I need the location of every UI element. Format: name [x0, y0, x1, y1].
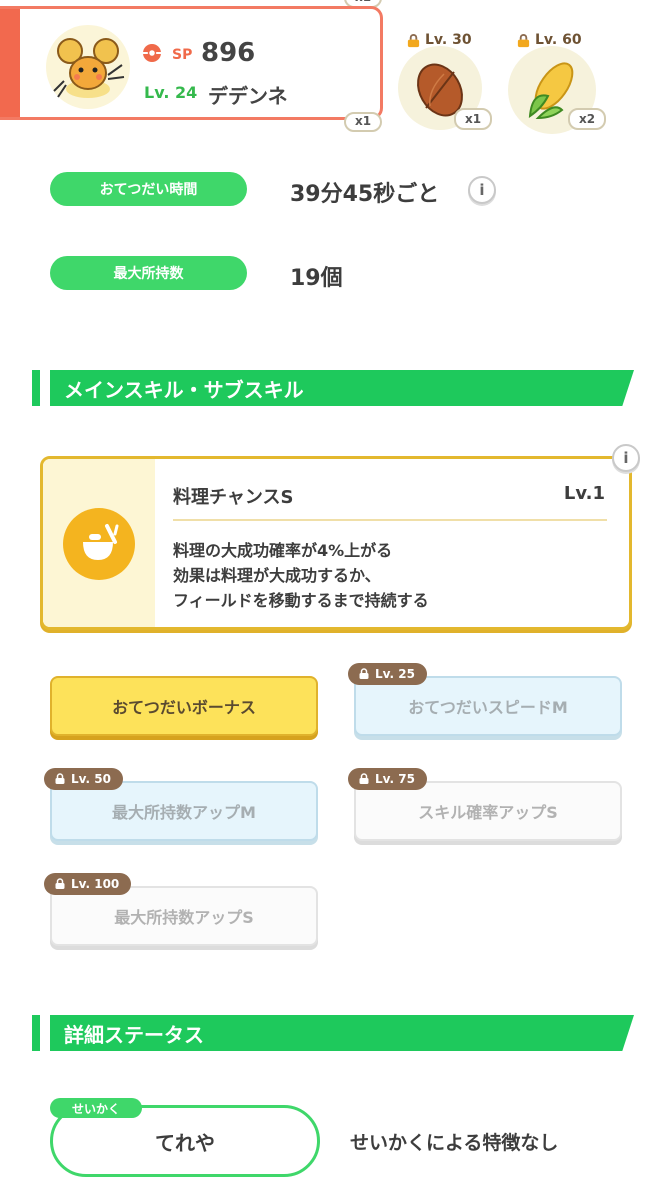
- main-skill-name: 料理チャンスS: [173, 487, 294, 508]
- info-icon: i: [479, 181, 485, 199]
- info-button[interactable]: i: [468, 176, 496, 204]
- cooking-pot-icon: [63, 508, 135, 580]
- ingredient-slot-cacao[interactable]: Lv. 30 x1: [396, 30, 492, 130]
- ingredient-count: x2: [568, 108, 606, 130]
- sub-skill-button[interactable]: スキル確率アップS: [354, 781, 622, 841]
- unlock-level-tag: Lv. 50: [44, 768, 123, 790]
- section-header-skills: メインスキル・サブスキル: [50, 370, 634, 406]
- section-title: メインスキル・サブスキル: [64, 377, 304, 402]
- pokemon-card[interactable]: SP 896 Lv. 24 デデンネ: [0, 6, 383, 120]
- lock-icon: [359, 668, 369, 679]
- pokemon-level: Lv. 24: [144, 83, 198, 102]
- sub-skill-label: スキル確率アップS: [418, 803, 558, 822]
- sub-skill-label: 最大所持数アップS: [114, 908, 254, 927]
- sub-skill-label: 最大所持数アップM: [112, 803, 256, 822]
- skill-info-button[interactable]: i: [612, 444, 640, 472]
- divider: [173, 519, 607, 521]
- help-time-label: おてつだい時間: [50, 172, 247, 206]
- nature-effect: せいかくによる特徴なし: [350, 1132, 559, 1154]
- ingredient-slot-corn[interactable]: Lv. 60 x2: [508, 30, 608, 134]
- nature-value: てれや: [155, 1130, 215, 1155]
- max-carry-label: 最大所持数: [50, 256, 247, 290]
- skill-description-line: 料理の大成功確率が4%上がる: [173, 541, 393, 560]
- skill-description-line: フィールドを移動するまで持続する: [173, 591, 429, 610]
- section-accent-bar: [32, 1015, 40, 1051]
- sp-value: 896: [201, 38, 256, 68]
- pokemon-name: デデンネ: [208, 84, 288, 108]
- lock-icon: [55, 878, 65, 889]
- sp-label: SP: [172, 47, 193, 63]
- ingredient-count-badge: x1: [344, 112, 382, 132]
- nature-tag: せいかく: [50, 1098, 142, 1118]
- section-header-details: 詳細ステータス: [50, 1015, 634, 1051]
- card-accent-stripe: [0, 9, 20, 117]
- info-icon: i: [623, 449, 629, 467]
- unlock-level-tag: Lv. 25: [348, 663, 427, 685]
- sub-skill-button[interactable]: おてつだいスピードM: [354, 676, 622, 736]
- sub-skill-button[interactable]: 最大所持数アップM: [50, 781, 318, 841]
- sub-skill-label: おてつだいボーナス: [112, 698, 256, 717]
- dedenne-avatar: [46, 25, 130, 109]
- unlock-level-tag: Lv. 75: [348, 768, 427, 790]
- sub-skill-label: おてつだいスピードM: [408, 698, 568, 717]
- sub-skill-button[interactable]: 最大所持数アップS: [50, 886, 318, 946]
- help-time-value: 39分45秒ごと: [290, 182, 440, 207]
- section-accent-bar: [32, 370, 40, 406]
- lock-icon: [359, 773, 369, 784]
- ingredient-count: x1: [454, 108, 492, 130]
- section-title: 詳細ステータス: [64, 1022, 204, 1047]
- unlock-level-tag: Lv. 100: [44, 873, 132, 895]
- pokeball-icon: [143, 44, 161, 62]
- main-skill-level: Lv.1: [563, 483, 605, 504]
- sub-skill-button[interactable]: おてつだいボーナス: [50, 676, 318, 736]
- skill-description-line: 効果は料理が大成功するか、: [173, 566, 381, 585]
- lock-icon: [55, 773, 65, 784]
- max-carry-value: 19個: [290, 266, 343, 291]
- main-skill-card[interactable]: 料理チャンスS Lv.1 料理の大成功確率が4%上がる 効果は料理が大成功するか…: [40, 456, 632, 630]
